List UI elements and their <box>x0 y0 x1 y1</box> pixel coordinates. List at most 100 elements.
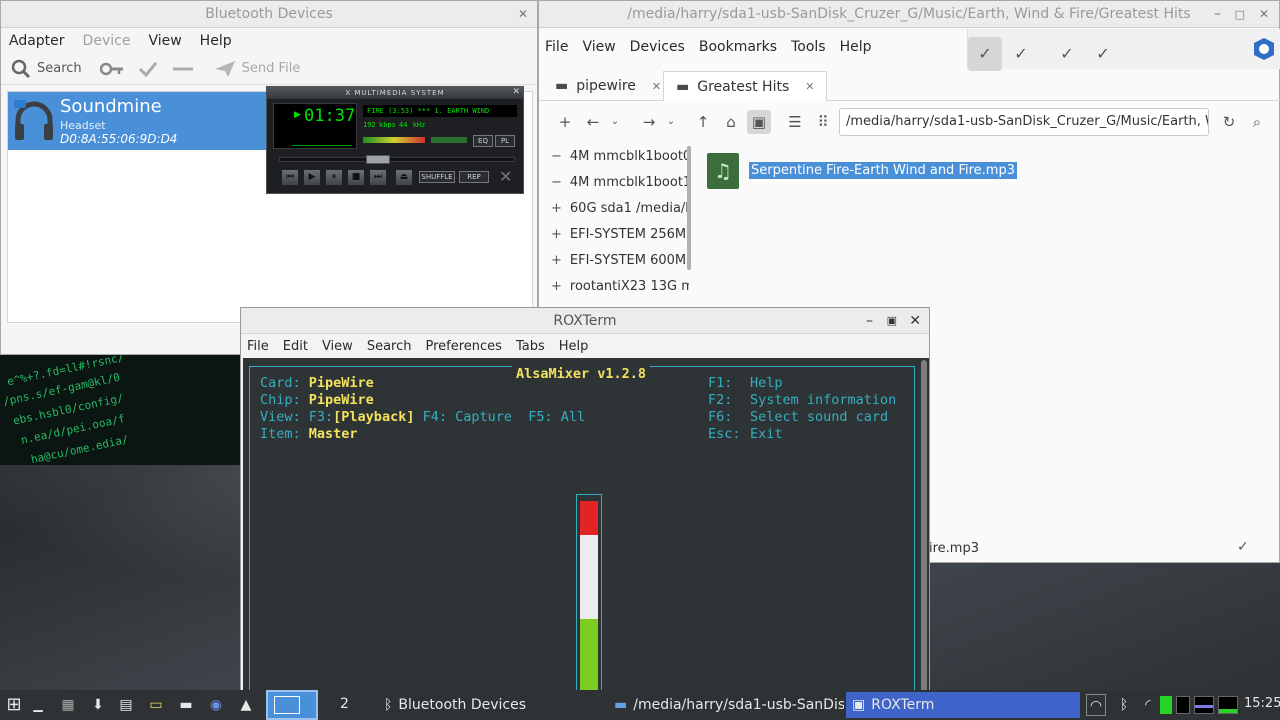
pair-button[interactable] <box>99 61 124 77</box>
side-pane-icon[interactable]: ▣ <box>747 110 771 134</box>
trust-button[interactable] <box>138 61 158 77</box>
xmms-shuffle-button[interactable]: SHUFFLE <box>419 171 455 183</box>
menu-view[interactable]: View <box>582 39 615 55</box>
maximize-icon[interactable]: □ <box>1235 1 1245 28</box>
minimize-icon[interactable]: – <box>1214 1 1221 28</box>
master-volume-meter[interactable] <box>576 494 602 701</box>
workspace-2[interactable]: 2 <box>340 696 349 712</box>
xmms-volume-slider[interactable] <box>363 137 425 143</box>
close-tab-icon[interactable]: ✕ <box>805 80 814 93</box>
xmms-seek-handle[interactable] <box>366 155 390 164</box>
menu-tools[interactable]: Tools <box>791 39 826 55</box>
terminal-area[interactable]: AlsaMixer v1.2.8 Card: PipeWire Chip: Pi… <box>243 358 929 720</box>
clock[interactable]: 15:25 <box>1244 696 1280 711</box>
roxterm-titlebar[interactable]: ROXTerm – ▣ ✕ <box>241 308 929 334</box>
previous-icon[interactable]: ⏮ <box>281 169 299 186</box>
menu-tabs[interactable]: Tabs <box>516 339 545 354</box>
menu-device[interactable]: Device <box>83 33 131 49</box>
play-icon[interactable]: ▶ <box>303 169 321 186</box>
xmms-balance-slider[interactable] <box>431 137 467 143</box>
bluetooth-tray-icon[interactable]: ᛒ <box>1114 694 1134 716</box>
search-icon[interactable]: ⌕ <box>1245 110 1269 134</box>
check-icon[interactable]: ✓ <box>1086 37 1120 71</box>
menu-devices[interactable]: Devices <box>630 39 685 55</box>
xmms-repeat-button[interactable]: REP <box>459 171 489 183</box>
expand-icon[interactable]: + <box>551 279 562 294</box>
menu-file[interactable]: File <box>247 339 269 354</box>
headset-tray-icon[interactable]: ◠ <box>1086 694 1106 716</box>
file-manager-titlebar[interactable]: /media/harry/sda1-usb-SanDisk_Cruzer_G/M… <box>539 1 1279 28</box>
home-icon[interactable]: ⌂ <box>719 110 743 134</box>
menu-help[interactable]: Help <box>840 39 872 55</box>
eject-icon[interactable]: ⏏ <box>395 169 413 186</box>
tree-item[interactable]: + rootantiX23 13G mmc <box>543 273 689 299</box>
app-menu-icon[interactable]: ⊞ <box>4 694 24 716</box>
check-icon[interactable]: ✓ <box>968 37 1002 71</box>
tree-item[interactable]: +60G sda1 /media/harry <box>543 195 689 221</box>
tree-item[interactable]: + EFI-SYSTEM 600M mmc <box>543 247 689 273</box>
task-bluetooth-devices[interactable]: ᛒ Bluetooth Devices <box>378 692 598 718</box>
xmms-eq-button[interactable]: EQ <box>473 135 493 147</box>
xmms-close-icon[interactable]: ✕ <box>512 87 520 97</box>
pause-icon[interactable]: ⏸ <box>325 169 343 186</box>
send-file-button[interactable]: Send File <box>214 60 300 78</box>
list-view-icon[interactable]: ☰ <box>783 110 807 134</box>
back-history-icon[interactable]: ⌄ <box>603 110 627 134</box>
menu-search[interactable]: Search <box>367 339 412 354</box>
check-icon[interactable]: ✓ <box>1050 37 1084 71</box>
menu-preferences[interactable]: Preferences <box>425 339 501 354</box>
maximize-icon[interactable]: ▣ <box>887 308 897 334</box>
check-icon[interactable]: ✓ <box>1004 37 1038 71</box>
menu-bookmarks[interactable]: Bookmarks <box>699 39 777 55</box>
reload-icon[interactable]: ↻ <box>1217 110 1241 134</box>
task-roxterm[interactable]: ▣ ROXTerm <box>846 692 1080 718</box>
back-icon[interactable]: ← <box>581 110 605 134</box>
menu-file[interactable]: File <box>545 39 568 55</box>
close-icon[interactable]: ✕ <box>1259 1 1269 28</box>
close-tab-icon[interactable]: ✕ <box>652 80 661 93</box>
up-icon[interactable]: ↑ <box>691 110 715 134</box>
collapse-icon[interactable]: − <box>551 149 562 164</box>
browser-icon[interactable]: ◉ <box>206 694 226 716</box>
forward-icon[interactable]: → <box>637 110 661 134</box>
tree-item[interactable]: + EFI-SYSTEM 256M mmc <box>543 221 689 247</box>
file-manager-icon[interactable]: ▤ <box>116 694 136 716</box>
tree-item[interactable]: −4M mmcblk1boot0 <box>543 143 689 169</box>
volume-tray-monitor[interactable] <box>1218 696 1238 714</box>
workspace-1[interactable] <box>266 690 318 720</box>
xmms-seek-bar[interactable] <box>279 155 515 164</box>
terminal-launcher-icon[interactable]: ▬ <box>176 694 196 716</box>
xmms-titlebar[interactable]: X MULTIMEDIA SYSTEM <box>267 87 523 99</box>
expand-icon[interactable]: + <box>551 227 562 242</box>
menu-view[interactable]: View <box>322 339 353 354</box>
tree-scrollbar[interactable] <box>687 146 691 270</box>
next-icon[interactable]: ⏭ <box>369 169 387 186</box>
window-list-icon[interactable]: ▦ <box>58 694 78 716</box>
bluetooth-titlebar[interactable]: Bluetooth Devices ✕ <box>1 1 537 28</box>
close-icon[interactable]: ✕ <box>515 6 531 22</box>
task-file-manager[interactable]: ▬ /media/harry/sda1-usb-SanDis... <box>608 692 844 718</box>
search-button[interactable]: Search <box>11 59 82 79</box>
stop-icon[interactable]: ■ <box>347 169 365 186</box>
minimize-icon[interactable]: – <box>866 308 873 334</box>
menu-view[interactable]: View <box>148 33 181 49</box>
xmms-pl-button[interactable]: PL <box>495 135 515 147</box>
notes-icon[interactable]: ▭ <box>146 694 166 716</box>
expand-icon[interactable]: + <box>551 253 562 268</box>
menu-help[interactable]: Help <box>559 339 589 354</box>
app-launcher-icon[interactable]: ▲ <box>236 694 256 716</box>
show-desktop-icon[interactable]: ▁ <box>28 694 48 716</box>
terminal-scrollbar[interactable] <box>921 360 927 718</box>
path-input[interactable]: /media/harry/sda1-usb-SanDisk_Cruzer_G/M… <box>839 108 1209 136</box>
download-icon[interactable]: ⬇ <box>88 694 108 716</box>
forward-history-icon[interactable]: ⌄ <box>659 110 683 134</box>
menu-edit[interactable]: Edit <box>283 339 308 354</box>
menu-adapter[interactable]: Adapter <box>9 33 65 49</box>
close-icon[interactable]: ✕ <box>909 308 921 334</box>
menu-help[interactable]: Help <box>200 33 232 49</box>
device-row-soundmine[interactable]: Soundmine Headset D0:8A:55:06:9D:D4 <box>8 92 268 150</box>
tree-item[interactable]: −4M mmcblk1boot1 <box>543 169 689 195</box>
new-tab-icon[interactable]: + <box>553 110 577 134</box>
wifi-icon[interactable]: ◜ <box>1138 694 1158 716</box>
remove-button[interactable] <box>172 61 194 77</box>
